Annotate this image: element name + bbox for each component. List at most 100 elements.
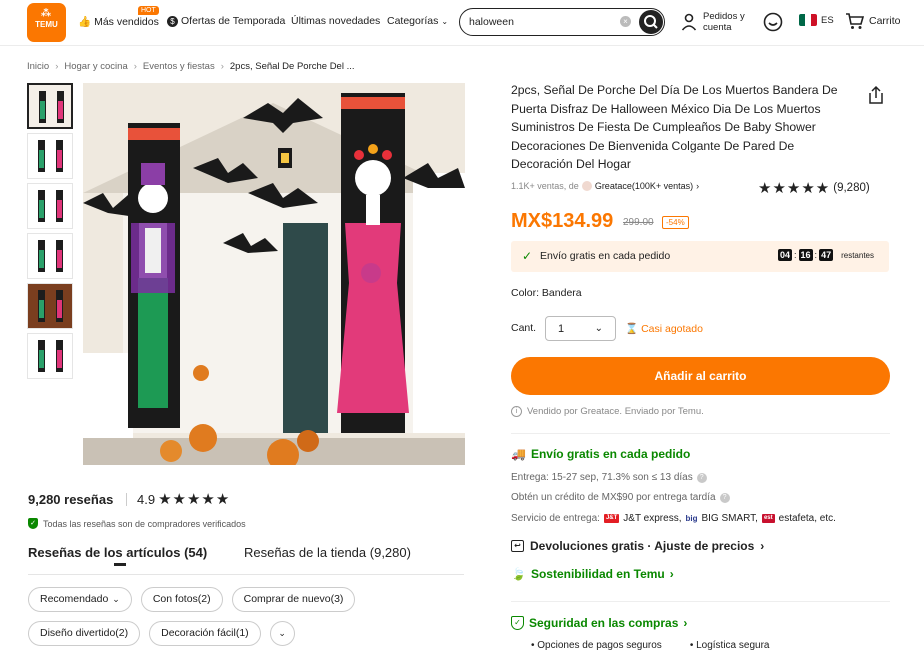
store-link[interactable]: Greatace(100K+ ventas) bbox=[595, 181, 693, 191]
shipping-info-link[interactable]: 🚚 Envío gratis en cada pedido bbox=[511, 447, 690, 461]
carrier-jt: J&T express, bbox=[623, 513, 682, 524]
more-filters-button[interactable]: ⌄ bbox=[269, 621, 295, 646]
sustainability-link[interactable]: 🍃 Sostenibilidad en Temu › bbox=[511, 567, 674, 581]
sales-count: 1.1K+ ventas, de bbox=[511, 181, 579, 191]
search-bar: × bbox=[459, 8, 665, 36]
hourglass-icon: ⌛ bbox=[625, 323, 639, 335]
chevron-down-icon: ⌄ bbox=[441, 16, 449, 26]
tab-store-reviews[interactable]: Reseñas de la tienda (9,280) bbox=[244, 545, 411, 560]
cart-button[interactable]: Carrito bbox=[845, 12, 901, 30]
discount-badge: -54% bbox=[662, 216, 689, 229]
thumbnail-6[interactable] bbox=[27, 333, 73, 379]
shield-check-icon: ✓ bbox=[511, 616, 524, 630]
chevron-right-icon: › bbox=[669, 567, 674, 581]
leaf-icon: 🍃 bbox=[511, 567, 526, 581]
delivery-service: Servicio de entrega: J&T J&T express, bi… bbox=[511, 513, 836, 524]
account-label-line2: cuenta bbox=[703, 22, 732, 33]
quantity-label: Cant. bbox=[511, 322, 537, 334]
breadcrumb-home[interactable]: Inicio bbox=[27, 61, 49, 72]
filter-recommended-label: Recomendado bbox=[40, 593, 109, 605]
quantity-select[interactable]: 1 ⌄ bbox=[545, 316, 616, 341]
thumbnail-5[interactable] bbox=[27, 283, 73, 329]
breadcrumb-home-kitchen[interactable]: Hogar y cocina bbox=[64, 61, 127, 72]
thumbnail-1[interactable] bbox=[27, 83, 73, 129]
nav-best-sellers[interactable]: 👍 Más vendidos bbox=[78, 15, 159, 29]
nav-new-arrivals-label: Últimas novedades bbox=[291, 15, 381, 27]
main-product-image[interactable] bbox=[83, 83, 465, 465]
tab-item-reviews[interactable]: Reseñas de los artículos (54) bbox=[28, 545, 207, 560]
store-avatar-icon bbox=[581, 181, 592, 191]
filter-fun-design[interactable]: Diseño divertido(2) bbox=[28, 621, 141, 646]
chevron-right-icon: › bbox=[760, 539, 765, 553]
search-button[interactable] bbox=[639, 10, 663, 34]
countdown-timer: 04: 16: 47 restantes bbox=[778, 249, 874, 261]
review-score: 4.9 ★★★★★ bbox=[137, 490, 230, 508]
review-tabs: Reseñas de los artículos (54) Reseñas de… bbox=[28, 545, 464, 575]
logo-text: TEMU bbox=[35, 20, 58, 29]
porch-banner-illustration bbox=[83, 83, 465, 465]
breadcrumb-separator: › bbox=[133, 61, 137, 72]
security-link[interactable]: ✓ Seguridad en las compras › bbox=[511, 616, 687, 630]
delivery-estimate-text: Entrega: 15-27 sep, 71.3% son ≤ 13 días bbox=[511, 472, 693, 483]
free-shipping-banner: ✓ Envío gratis en cada pedido 04: 16: 47… bbox=[511, 241, 889, 272]
filter-buy-again[interactable]: Comprar de nuevo(3) bbox=[231, 587, 356, 612]
dollar-coin-icon: $ bbox=[167, 15, 178, 27]
hot-badge: HOT bbox=[138, 6, 159, 15]
top-header: ⁂ TEMU 👍 Más vendidos HOT $ Ofertas de T… bbox=[0, 0, 924, 46]
low-stock-note: ⌛ Casi agotado bbox=[625, 322, 703, 336]
verified-note: ✓ Todas las reseñas son de compradores v… bbox=[28, 518, 246, 529]
product-rating[interactable]: ★★★★★ (9,280) bbox=[758, 179, 870, 197]
check-icon: ✓ bbox=[522, 249, 533, 263]
breadcrumb-separator: › bbox=[220, 61, 224, 72]
seller-line: 1.1K+ ventas, de Greatace(100K+ ventas) … bbox=[511, 181, 699, 191]
free-shipping-banner-text: Envío gratis en cada pedido bbox=[540, 250, 671, 262]
review-count: 9,280 reseñas bbox=[28, 492, 114, 507]
nav-season-deals[interactable]: $ Ofertas de Temporada bbox=[167, 15, 285, 27]
late-credit-note: Obtén un crédito de MX$90 por entrega ta… bbox=[511, 492, 730, 503]
sold-by-note: i Vendido por Greatace. Enviado por Temu… bbox=[511, 406, 704, 417]
verified-shield-icon: ✓ bbox=[28, 518, 38, 529]
big-smart-logo-icon: big bbox=[685, 514, 698, 523]
timer-hours: 04 bbox=[778, 249, 793, 261]
filter-recommended[interactable]: Recomendado ⌄ bbox=[28, 587, 132, 612]
filter-easy-decor[interactable]: Decoración fácil(1) bbox=[149, 621, 261, 646]
language-selector[interactable]: ES bbox=[799, 14, 834, 26]
breadcrumb-events-parties[interactable]: Eventos y fiestas bbox=[143, 61, 215, 72]
review-score-value: 4.9 bbox=[137, 491, 156, 507]
temu-logo[interactable]: ⁂ TEMU bbox=[27, 3, 66, 42]
add-to-cart-button[interactable]: Añadir al carrito bbox=[511, 357, 890, 395]
truck-icon: 🚚 bbox=[511, 447, 526, 461]
share-icon[interactable] bbox=[867, 85, 885, 105]
mexico-flag-icon bbox=[799, 14, 817, 26]
timer-minutes: 16 bbox=[798, 249, 813, 261]
divider bbox=[126, 493, 127, 506]
clear-search-icon[interactable]: × bbox=[620, 16, 631, 27]
support-smile-icon[interactable] bbox=[763, 12, 783, 32]
timer-label: restantes bbox=[841, 250, 874, 260]
help-icon[interactable]: ? bbox=[696, 472, 707, 483]
help-icon[interactable]: ? bbox=[719, 492, 730, 503]
thumbnail-2[interactable] bbox=[27, 133, 73, 179]
thumbnail-3[interactable] bbox=[27, 183, 73, 229]
active-tab-indicator bbox=[114, 563, 126, 566]
review-filter-row-1: Recomendado ⌄ Con fotos(2) Comprar de nu… bbox=[28, 587, 356, 612]
color-label: Color: Bandera bbox=[511, 287, 582, 299]
account-menu[interactable]: Pedidos y cuenta bbox=[681, 11, 745, 33]
current-price: MX$134.99 bbox=[511, 210, 614, 232]
returns-link[interactable]: ↩ Devoluciones gratis · Ajuste de precio… bbox=[511, 539, 764, 553]
chevron-down-icon: ⌄ bbox=[112, 594, 120, 604]
low-stock-text: Casi agotado bbox=[641, 322, 703, 335]
search-input[interactable] bbox=[469, 14, 609, 30]
user-icon bbox=[681, 13, 697, 31]
product-title: 2pcs, Señal De Porche Del Día De Los Mue… bbox=[511, 83, 838, 172]
late-credit-text: Obtén un crédito de MX$90 por entrega ta… bbox=[511, 492, 716, 503]
nav-categories[interactable]: Categorías ⌄ bbox=[387, 15, 448, 27]
shipping-title: Envío gratis en cada pedido bbox=[530, 447, 691, 461]
search-icon bbox=[644, 15, 658, 29]
thumbnail-4[interactable] bbox=[27, 233, 73, 279]
filter-with-photos[interactable]: Con fotos(2) bbox=[140, 587, 223, 612]
nav-new-arrivals[interactable]: Últimas novedades bbox=[291, 15, 380, 27]
delivery-service-label: Servicio de entrega: bbox=[511, 513, 600, 524]
account-label-line1: Pedidos y bbox=[703, 11, 745, 22]
breadcrumb-current: 2pcs, Señal De Porche Del ... bbox=[229, 61, 355, 72]
